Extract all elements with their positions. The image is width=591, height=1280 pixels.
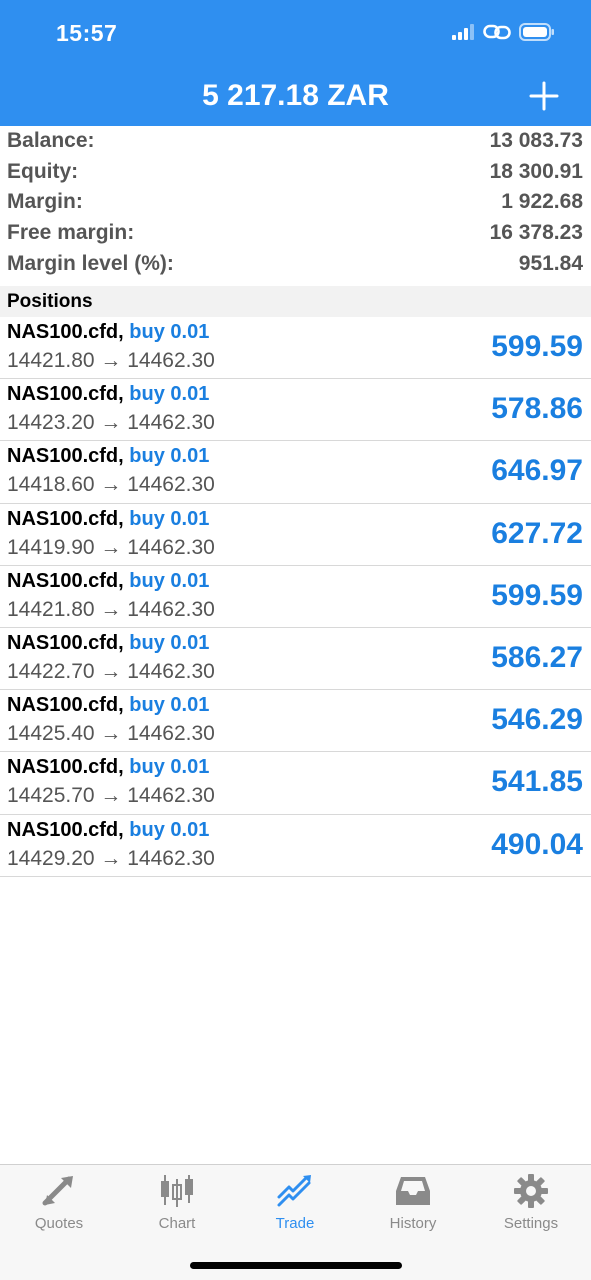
tab-label: History — [389, 1215, 437, 1232]
position-side: buy 0.01 — [129, 756, 210, 779]
quotes-arrows-icon — [42, 1176, 73, 1206]
position-side: buy 0.01 — [129, 569, 210, 592]
position-prices: 14429.20 → 14462.30 — [7, 846, 215, 870]
position-profit: 578.86 — [491, 392, 583, 426]
add-position-button[interactable] — [525, 78, 563, 114]
position-prices: 14421.80 → 14462.30 — [7, 349, 215, 372]
position-row[interactable]: NAS100.cfd, buy 0.01 14425.70 → 14462.30… — [0, 752, 591, 815]
summary-value: 13 083.73 — [489, 129, 583, 153]
inbox-tray-icon — [396, 1177, 430, 1205]
candlestick-icon — [161, 1175, 193, 1207]
position-title: NAS100.cfd, buy 0.01 — [7, 756, 209, 779]
position-side: buy 0.01 — [129, 507, 210, 530]
position-title: NAS100.cfd, buy 0.01 — [7, 321, 209, 344]
position-title: NAS100.cfd, buy 0.01 — [7, 445, 209, 468]
position-prices: 14421.80 → 14462.30 — [7, 597, 215, 621]
positions-section-header: Positions — [0, 286, 591, 317]
position-row[interactable]: NAS100.cfd, buy 0.01 14419.90 → 14462.30… — [0, 504, 591, 566]
position-side: buy 0.01 — [129, 818, 210, 841]
tab-trade[interactable]: Trade — [236, 1173, 354, 1232]
position-prices: 14422.70 → 14462.30 — [7, 659, 215, 683]
tab-quotes[interactable]: Quotes — [0, 1173, 118, 1232]
summary-value: 951.84 — [518, 251, 583, 275]
summary-row-margin-level: Margin level (%): 951.84 — [0, 248, 591, 279]
position-prices: 14419.90 → 14462.30 — [7, 535, 215, 559]
position-profit: 586.27 — [491, 640, 583, 674]
signal-icon — [452, 24, 474, 40]
position-title: NAS100.cfd, buy 0.01 — [7, 694, 209, 717]
tab-chart[interactable]: Chart — [118, 1173, 236, 1232]
top-header: 15:57 5 217.18 ZAR — [0, 0, 591, 126]
tab-history[interactable]: History — [354, 1173, 472, 1232]
position-symbol: NAS100.cfd, — [7, 321, 124, 343]
position-row[interactable]: NAS100.cfd, buy 0.01 14429.20 → 14462.30… — [0, 815, 591, 877]
summary-row-balance: Balance: 13 083.73 — [0, 126, 591, 157]
battery-icon — [519, 23, 554, 41]
summary-row-free-margin: Free margin: 16 378.23 — [0, 218, 591, 249]
position-row[interactable]: NAS100.cfd, buy 0.01 14422.70 → 14462.30… — [0, 628, 591, 691]
tab-label: Chart — [158, 1215, 196, 1232]
tab-label: Settings — [503, 1215, 559, 1232]
position-side: buy 0.01 — [129, 321, 210, 343]
positions-list: NAS100.cfd, buy 0.01 14421.80 → 14462.30… — [0, 317, 591, 877]
position-symbol: NAS100.cfd, — [7, 818, 124, 841]
home-indicator[interactable] — [190, 1262, 402, 1269]
summary-row-margin: Margin: 1 922.68 — [0, 187, 591, 218]
position-row[interactable]: NAS100.cfd, buy 0.01 14418.60 → 14462.30… — [0, 441, 591, 504]
position-profit: 646.97 — [491, 454, 583, 488]
summary-row-equity: Equity: 18 300.91 — [0, 157, 591, 188]
tab-label: Trade — [275, 1215, 315, 1232]
position-symbol: NAS100.cfd, — [7, 445, 124, 468]
trade-trend-icon — [277, 1175, 311, 1207]
position-prices: 14425.70 → 14462.30 — [7, 784, 215, 808]
position-profit: 541.85 — [491, 765, 583, 799]
position-prices: 14423.20 → 14462.30 — [7, 411, 215, 435]
summary-label: Balance: — [7, 129, 95, 153]
position-profit: 490.04 — [491, 827, 583, 861]
account-summary: Balance: 13 083.73 Equity: 18 300.91 Mar… — [0, 126, 591, 279]
summary-value: 1 922.68 — [501, 190, 583, 214]
status-icons — [451, 22, 555, 42]
summary-label: Free margin: — [7, 221, 135, 245]
tab-settings[interactable]: Settings — [472, 1173, 590, 1232]
position-side: buy 0.01 — [129, 631, 210, 654]
summary-label: Margin: — [7, 190, 83, 214]
page-title: 5 217.18 ZAR — [202, 79, 389, 112]
position-symbol: NAS100.cfd, — [7, 631, 124, 654]
position-prices: 14425.40 → 14462.30 — [7, 722, 215, 746]
position-profit: 599.59 — [491, 330, 583, 363]
position-side: buy 0.01 — [129, 445, 210, 468]
position-profit: 599.59 — [491, 578, 583, 612]
position-title: NAS100.cfd, buy 0.01 — [7, 383, 209, 406]
position-symbol: NAS100.cfd, — [7, 383, 124, 406]
status-time: 15:57 — [56, 20, 118, 46]
link-icon — [483, 24, 511, 40]
position-title: NAS100.cfd, buy 0.01 — [7, 819, 209, 842]
position-symbol: NAS100.cfd, — [7, 569, 124, 592]
position-symbol: NAS100.cfd, — [7, 694, 124, 717]
position-row[interactable]: NAS100.cfd, buy 0.01 14423.20 → 14462.30… — [0, 379, 591, 442]
position-prices: 14418.60 → 14462.30 — [7, 473, 215, 497]
summary-value: 16 378.23 — [489, 221, 583, 245]
position-row[interactable]: NAS100.cfd, buy 0.01 14421.80 → 14462.30… — [0, 566, 591, 628]
position-symbol: NAS100.cfd, — [7, 756, 124, 779]
position-symbol: NAS100.cfd, — [7, 507, 124, 530]
position-profit: 627.72 — [491, 516, 583, 550]
position-title: NAS100.cfd, buy 0.01 — [7, 632, 209, 655]
position-side: buy 0.01 — [129, 694, 210, 717]
summary-label: Equity: — [7, 159, 79, 183]
position-title: NAS100.cfd, buy 0.01 — [7, 508, 209, 531]
tab-label: Quotes — [34, 1215, 84, 1232]
summary-label: Margin level (%): — [7, 251, 174, 275]
gear-icon — [514, 1174, 548, 1208]
position-row[interactable]: NAS100.cfd, buy 0.01 14425.40 → 14462.30… — [0, 690, 591, 753]
summary-value: 18 300.91 — [489, 159, 583, 183]
position-side: buy 0.01 — [129, 383, 210, 406]
position-row[interactable]: NAS100.cfd, buy 0.01 14421.80 → 14462.30… — [0, 317, 591, 380]
position-profit: 546.29 — [491, 703, 583, 737]
position-title: NAS100.cfd, buy 0.01 — [7, 570, 209, 593]
